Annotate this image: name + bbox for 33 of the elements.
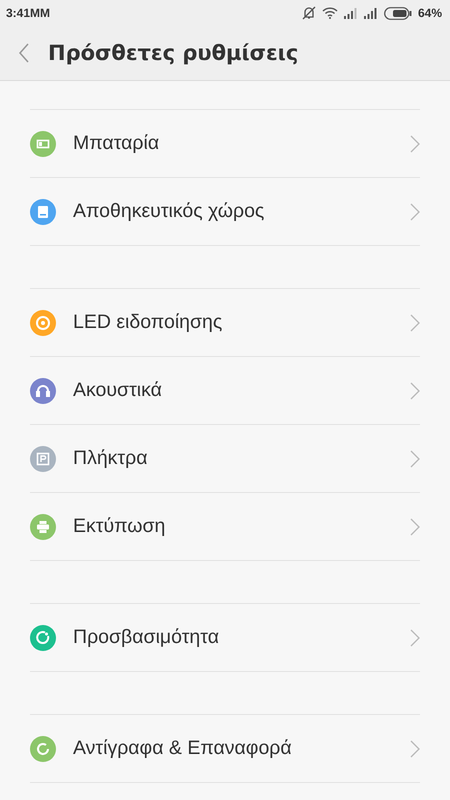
- chevron-icon: [410, 314, 420, 332]
- page-title: Πρόσθετες ρυθμίσεις: [48, 41, 298, 65]
- chevron-icon: [410, 382, 420, 400]
- chevron-icon: [410, 740, 420, 758]
- item-label: Αποθηκευτικός χώρος: [73, 200, 266, 223]
- chevron-icon: [410, 134, 420, 152]
- item-label: Αντίγραφα & Επαναφορά: [73, 737, 293, 760]
- wifi-icon: [322, 7, 338, 19]
- settings-item[interactable]: Μπαταρία: [30, 110, 420, 178]
- settings-item[interactable]: Αντίγραφα & Επαναφορά: [30, 715, 420, 783]
- chevron-icon: [410, 202, 420, 220]
- item-label: LED ειδοποίησης: [73, 311, 224, 334]
- settings-item[interactable]: Πλήκτρα: [30, 425, 420, 493]
- settings-item[interactable]: Προσβασιμότητα: [30, 604, 420, 672]
- item-label: Μπαταρία: [73, 132, 160, 155]
- alarm-off-icon: [302, 6, 316, 20]
- item-label: Προσβασιμότητα: [73, 626, 220, 649]
- settings-item[interactable]: Αποθηκευτικός χώρος: [30, 178, 420, 246]
- status-time: 3:41MM: [6, 6, 50, 20]
- settings-item[interactable]: Ακουστικά: [30, 357, 420, 425]
- signal-icon: [344, 8, 358, 18]
- chevron-icon: [410, 450, 420, 468]
- item-label: Πλήκτρα: [73, 447, 148, 470]
- chevron-icon: [410, 628, 420, 646]
- back-icon[interactable]: [18, 43, 30, 63]
- settings-item[interactable]: LED ειδοποίησης: [30, 289, 420, 357]
- item-label: Εκτύπωση: [73, 515, 166, 538]
- item-label: Ακουστικά: [73, 379, 163, 402]
- settings-item[interactable]: Εκτύπωση: [30, 493, 420, 561]
- chevron-icon: [410, 518, 420, 536]
- signal-icon: [364, 8, 378, 18]
- battery-percentage: 64%: [418, 6, 442, 20]
- battery-icon: [384, 6, 412, 20]
